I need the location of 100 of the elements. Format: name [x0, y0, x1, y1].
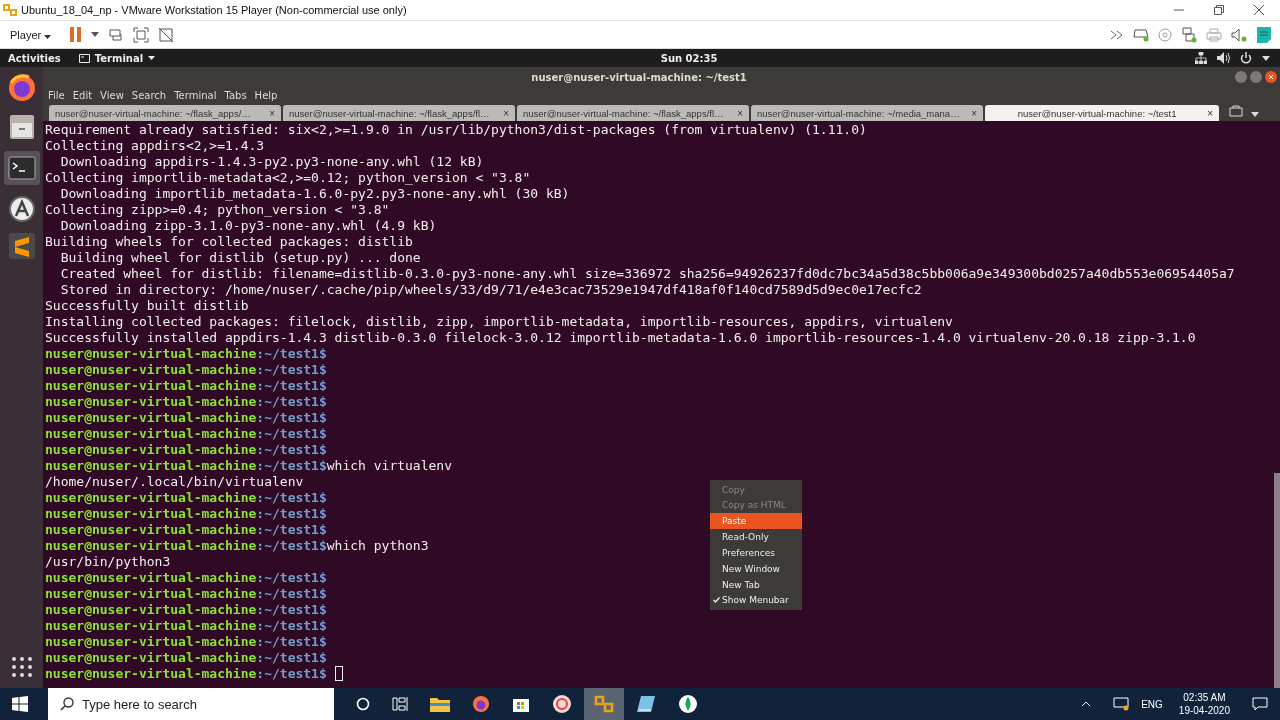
output-line: Successfully built distlib [45, 298, 249, 313]
restore-icon[interactable] [1214, 5, 1224, 15]
unity-icon[interactable] [158, 26, 175, 43]
new-tab-icon[interactable] [1229, 105, 1243, 117]
prompt-user: nuser@nuser-virtual-machine [45, 346, 257, 361]
prompt-user: nuser@nuser-virtual-machine [45, 378, 257, 393]
monitor-icon[interactable] [1113, 697, 1130, 711]
power-icon[interactable] [1240, 52, 1252, 64]
prompt-path: :~/test1$ [256, 538, 327, 553]
taskbar-search-field[interactable]: Type here to search [48, 688, 334, 720]
caret-icon[interactable] [1251, 112, 1259, 117]
context-menu-item[interactable]: Read-Only [710, 529, 802, 545]
close-icon[interactable] [1254, 5, 1264, 15]
prompt-path: :~/test1$ [256, 378, 327, 393]
output-line: /home/nuser/.local/bin/virtualenv [45, 474, 304, 489]
caret-icon[interactable] [1262, 55, 1270, 61]
windows-start-icon[interactable] [12, 696, 28, 712]
caret-icon [148, 56, 156, 60]
output-line: Downloading zipp-3.1.0-py3-none-any.whl (4.9 kB) [59, 218, 437, 233]
terminal-tab[interactable]: nuser@nuser-virtual-machine: ~/media_mana… × [751, 105, 983, 121]
tab-close-button[interactable]: × [971, 107, 977, 119]
browser-icon[interactable] [472, 695, 490, 713]
scrollbar[interactable] [1274, 473, 1280, 688]
context-menu-item[interactable]: Preferences [710, 545, 802, 561]
tab-close-button[interactable]: × [269, 107, 275, 119]
command-text: which python3 [326, 538, 429, 553]
terminal-tab[interactable]: nuser@nuser-virtual-machine: ~/flask_apps/… × [49, 105, 281, 121]
editor-icon[interactable] [8, 233, 35, 259]
menu-item[interactable]: Search [131, 89, 167, 101]
app-grid-icon[interactable] [10, 656, 33, 678]
terminal-tab[interactable]: nuser@nuser-virtual-machine: ~/flask_apps/fl… × [517, 105, 749, 121]
software-center-icon[interactable] [7, 195, 36, 223]
window-icon [78, 53, 90, 63]
menu-item[interactable]: View [100, 89, 124, 101]
taskbar-time[interactable]: 02:35 AM [1183, 691, 1226, 704]
prompt-path: :~/test1$ [256, 522, 327, 537]
prompt-path: :~/test1$ [256, 426, 327, 441]
double-chevron-icon[interactable] [1110, 29, 1124, 40]
context-menu-item[interactable]: New Window [710, 561, 802, 577]
language-indicator[interactable]: ENG [1141, 698, 1163, 710]
prompt-path: :~/test1$ [256, 666, 327, 681]
output-line: Created wheel for distlib: filename=distlib-0.3.0-py3-none-any.whl size=336972 sha256=94926237fd0dc7bc34a5d38c5bb006a9e349300bd0257a40db553e06954405a7 [59, 266, 1235, 281]
caret-icon[interactable] [91, 32, 100, 37]
prompt-path: :~/test1$ [256, 634, 327, 649]
notebook-icon[interactable] [636, 695, 656, 713]
prompt-user: nuser@nuser-virtual-machine [45, 650, 257, 665]
chevron-up-icon[interactable] [1081, 701, 1092, 707]
cortana-icon[interactable] [356, 697, 370, 711]
window-title: Ubuntu_18_04_np - VMware Workstation 15 Player (Non-commercial use only) [21, 4, 407, 16]
menu-item[interactable]: Edit [72, 89, 93, 101]
leaf-icon[interactable] [678, 694, 698, 714]
network-adapter-icon[interactable] [1181, 26, 1197, 43]
send-keys-icon[interactable] [108, 26, 125, 43]
folder-icon[interactable] [430, 696, 450, 712]
browser-icon[interactable] [6, 73, 37, 103]
network-icon[interactable] [1195, 52, 1207, 64]
fullscreen-icon[interactable] [133, 26, 150, 43]
prompt-user: nuser@nuser-virtual-machine [45, 570, 257, 585]
menu-item[interactable]: File [48, 89, 65, 101]
output-line: Collecting zipp>=0.4; python_version < "3.8" [45, 202, 390, 217]
prompt-path: :~/test1$ [256, 506, 327, 521]
output-line: Collecting appdirs<2,>=1.4.3 [45, 138, 265, 153]
tab-close-button[interactable]: × [503, 107, 509, 119]
menu-item[interactable]: Tabs [224, 89, 247, 101]
pause-icon[interactable] [70, 27, 83, 42]
output-line: Building wheels for collected packages: distlib [45, 234, 413, 249]
tab-close-button[interactable]: × [1207, 107, 1213, 119]
taskbar-date[interactable]: 19-04-2020 [1178, 704, 1230, 717]
output-line: Installing collected packages: filelock, distlib, zipp, importlib-metadata, importlib-resources, appdirs, virtualenv [45, 314, 953, 329]
tab-close-button[interactable]: × [737, 107, 743, 119]
context-menu-item[interactable]: New Tab [710, 577, 802, 593]
task-view-icon[interactable] [392, 697, 408, 711]
clock[interactable]: Sun 02:35 [660, 52, 718, 64]
vmware-taskbar-button[interactable] [584, 688, 624, 720]
output-line: Requirement already satisfied: six<2,>=1.9.0 in /usr/lib/python3/dist-packages (from virtualenv) (1.11.0) [45, 122, 867, 137]
player-menu-button[interactable]: Player [8, 26, 54, 43]
prompt-user: nuser@nuser-virtual-machine [45, 618, 257, 633]
hard-disk-icon[interactable] [1133, 27, 1149, 42]
menu-item[interactable]: Help [254, 89, 278, 101]
minimize-icon[interactable] [1235, 71, 1247, 83]
file-cabinet-icon[interactable] [7, 113, 36, 141]
context-menu-item[interactable]: Show Menubar [710, 592, 802, 608]
context-menu-item[interactable]: Paste [710, 513, 802, 529]
speaker-icon[interactable] [1231, 27, 1247, 42]
app-menu[interactable]: Terminal [78, 52, 156, 64]
volume-icon[interactable] [1217, 52, 1230, 64]
ring-app-icon[interactable] [552, 694, 572, 714]
prompt-user: nuser@nuser-virtual-machine [45, 362, 257, 377]
terminal-tab[interactable]: nuser@nuser-virtual-machine: ~/flask_apps/fl… × [283, 105, 515, 121]
close-icon[interactable] [1265, 71, 1277, 83]
terminal-tab[interactable]: nuser@nuser-virtual-machine: ~/test1 × [985, 105, 1219, 121]
activities-button[interactable]: Activities [8, 52, 61, 64]
prompt-user: nuser@nuser-virtual-machine [45, 410, 257, 425]
terminal-dock-button[interactable] [3, 151, 40, 185]
vmware-logo-icon [594, 695, 614, 713]
notification-icon[interactable] [1252, 696, 1268, 712]
menu-item[interactable]: Terminal [174, 89, 217, 101]
note-icon[interactable] [1256, 25, 1272, 44]
prompt-user: nuser@nuser-virtual-machine [45, 666, 257, 681]
output-line: Stored in directory: /home/nuser/.cache/pip/wheels/33/d9/71/e4e3cac73529e1947df418af0f140cd7589d5d9ec0e17ecfc2 [59, 282, 922, 297]
